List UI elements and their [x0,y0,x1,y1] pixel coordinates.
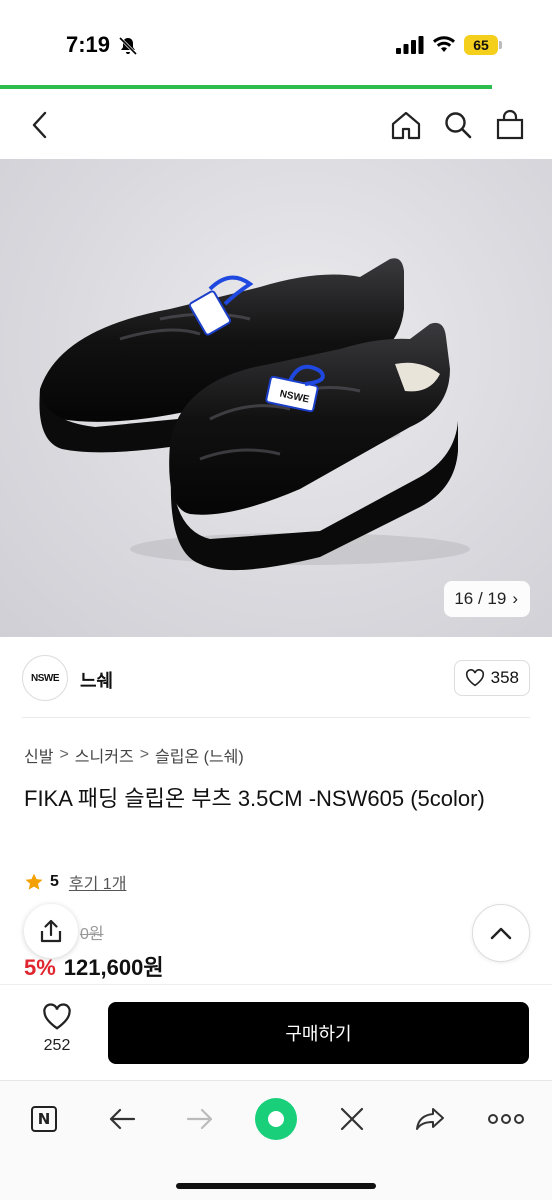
browser-toolbar: N [0,1080,552,1200]
brand-like-count: 358 [490,668,519,687]
home-indicator [176,1183,376,1189]
arrow-right-icon [186,1108,213,1130]
search-button[interactable] [440,107,476,143]
brand-row: NSWE 느쉐 358 [0,637,552,719]
brand-logo[interactable]: NSWE [22,655,68,701]
product-image-gallery[interactable]: NSWE 16 / 19 › [0,159,552,637]
green-dot-icon [255,1098,297,1140]
arrow-left-icon [109,1108,136,1130]
purchase-bar: 252 구매하기 [0,984,552,1080]
breadcrumb-separator: > [139,746,150,763]
heart-icon [43,1003,71,1030]
naver-home-button[interactable]: N [22,1097,66,1141]
close-tab-button[interactable] [330,1097,374,1141]
close-icon [340,1107,364,1131]
wishlist-button[interactable]: 252 [26,1003,88,1055]
brand-like-button[interactable]: 358 [453,660,530,696]
discount-rate: 5% [24,955,56,980]
back-arrow-icon [32,111,47,139]
chevron-up-icon [490,927,512,940]
status-time: 7:19 [66,32,111,57]
rating-row: 5 후기 1개 [24,870,126,894]
browser-back-button[interactable] [100,1097,144,1141]
rating-score: 5 [50,873,59,890]
naver-n-icon: N [31,1106,57,1132]
breadcrumb-item[interactable]: 신발 [24,743,53,767]
sale-price: 121,600원 [63,955,164,980]
more-button[interactable] [484,1097,528,1141]
star-icon [25,873,43,890]
scroll-top-button[interactable] [472,904,530,962]
battery-indicator: 65 [464,35,498,55]
breadcrumb-separator: > [59,746,69,763]
buy-button[interactable]: 구매하기 [108,1002,529,1064]
home-button[interactable] [388,107,424,143]
divider [22,717,530,718]
battery-tip [499,41,502,49]
review-link[interactable]: 후기 1개 [69,870,127,894]
forward-share-icon [416,1108,444,1130]
search-icon [445,112,472,139]
share-button[interactable] [24,904,78,958]
brand-name[interactable]: 느쉐 [80,667,113,693]
more-dots-icon [488,1114,524,1124]
shopping-bag-icon [496,109,524,140]
breadcrumb: 신발 > 스니커즈 > 슬립온 (느쉐) [24,743,244,767]
breadcrumb-item[interactable]: 스니커즈 [75,743,134,767]
heart-icon [465,669,484,687]
status-bar: 7:19 65 [0,0,552,89]
image-counter[interactable]: 16 / 19 › [444,581,530,617]
green-dot-button[interactable] [254,1097,298,1141]
chevron-right-icon: › [512,589,518,608]
signal-icon [396,36,424,54]
image-counter-text: 16 / 19 [454,589,507,608]
original-price: 0원 [80,926,104,943]
app-header [0,89,552,159]
product-title: FIKA 패딩 슬립온 부츠 3.5CM -NSW605 (5color) [24,786,485,811]
share-page-button[interactable] [408,1097,452,1141]
back-button[interactable] [22,107,58,143]
breadcrumb-item[interactable]: 슬립온 (느쉐) [155,743,244,767]
wishlist-count: 252 [43,1037,71,1054]
home-icon [391,111,421,140]
bell-muted-icon [118,36,138,56]
browser-forward-button[interactable] [178,1097,222,1141]
product-photo: NSWE [39,258,470,571]
cart-button[interactable] [492,107,528,143]
wifi-icon [433,36,455,52]
share-icon [40,919,62,943]
